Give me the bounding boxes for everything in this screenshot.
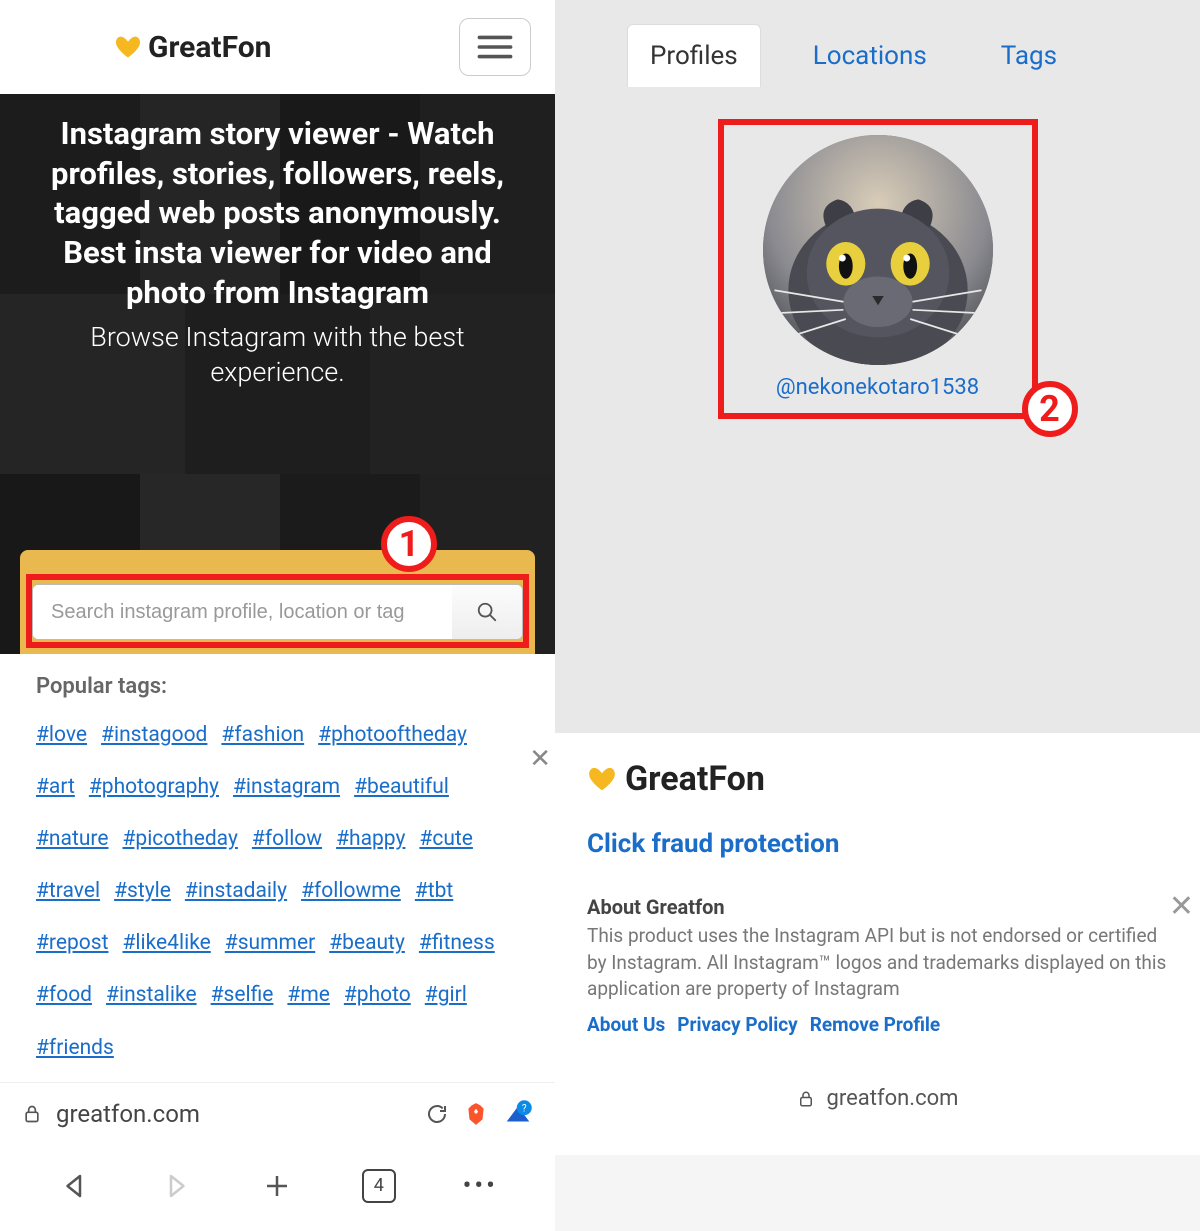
fraud-protection-link[interactable]: Click fraud protection <box>587 829 1168 859</box>
svg-text:?: ? <box>522 1103 527 1114</box>
annotation-1-badge: 1 <box>381 516 437 572</box>
tag-link[interactable]: #love <box>36 713 87 757</box>
lock-icon <box>22 1104 42 1124</box>
header: GreatFon <box>0 0 555 94</box>
hero-subtitle: Browse Instagram with the best experienc… <box>22 320 533 390</box>
tab-profiles[interactable]: Profiles <box>627 24 761 87</box>
tag-link[interactable]: #happy <box>336 817 405 861</box>
triangle-left-icon <box>60 1171 90 1201</box>
menu-button[interactable] <box>459 18 531 76</box>
search-input[interactable] <box>33 585 452 639</box>
footer-links: About Us Privacy Policy Remove Profile <box>587 1013 1168 1036</box>
footer-logo-text: GreatFon <box>625 759 765 799</box>
tag-link[interactable]: #instadaily <box>185 869 287 913</box>
lock-icon <box>797 1090 815 1108</box>
tag-link[interactable]: #fitness <box>419 921 495 965</box>
tag-link[interactable]: #me <box>287 973 329 1017</box>
tag-link[interactable]: #style <box>114 869 171 913</box>
tag-link[interactable]: #beautiful <box>354 765 449 809</box>
plus-icon <box>262 1171 292 1201</box>
browser-nav-bar: 4 ••• <box>0 1145 555 1231</box>
popular-tags-list: #love #instagood #fashion #photooftheday #ar… <box>36 713 519 1070</box>
tag-link[interactable]: #instalike <box>106 973 197 1017</box>
link-privacy-policy[interactable]: Privacy Policy <box>677 1013 797 1036</box>
popular-tags-card: Popular tags: #love#instagood#fashion#ph… <box>20 654 535 1082</box>
popular-tags-title: Popular tags: <box>36 674 519 699</box>
url-text: greatfon.com <box>56 1100 411 1128</box>
logo-text: GreatFon <box>148 30 271 65</box>
tag-link[interactable]: #picotheday <box>122 817 237 861</box>
tag-link[interactable]: #photooftheday <box>318 713 467 757</box>
heart-icon <box>114 33 142 61</box>
tag-link[interactable]: #photo <box>344 973 411 1017</box>
results-area: 2 <box>555 87 1200 543</box>
annotation-2-badge: 2 <box>1022 381 1078 437</box>
profile-result[interactable]: 2 <box>718 119 1038 543</box>
tag-link[interactable]: #art <box>36 765 75 809</box>
tag-link[interactable]: #followme <box>301 869 401 913</box>
left-panel: GreatFon Instagram story viewer - Watch … <box>0 0 555 1155</box>
footer-logo[interactable]: GreatFon <box>587 759 1168 799</box>
tab-count: 4 <box>362 1169 396 1203</box>
tag-link[interactable]: #fashion <box>221 713 304 757</box>
dots-icon: ••• <box>463 1171 498 1201</box>
address-bar: greatfon.com ? <box>0 1082 555 1145</box>
tag-link[interactable]: #photography <box>89 765 219 809</box>
tag-link[interactable]: #instagram <box>233 765 340 809</box>
tag-link[interactable]: #girl <box>425 973 467 1017</box>
footer: GreatFon Click fraud protection About Gr… <box>555 733 1200 1155</box>
close-icon[interactable]: ✕ <box>1169 889 1194 924</box>
close-icon[interactable]: ✕ <box>529 744 551 774</box>
tag-link[interactable]: #cute <box>419 817 473 861</box>
tag-link[interactable]: #selfie <box>211 973 274 1017</box>
nav-more[interactable]: ••• <box>461 1167 499 1205</box>
avatar <box>763 135 993 365</box>
tag-link[interactable]: #follow <box>252 817 322 861</box>
nav-tabs[interactable]: 4 <box>360 1167 398 1205</box>
tag-link[interactable]: #beauty <box>329 921 405 965</box>
link-remove-profile[interactable]: Remove Profile <box>810 1013 940 1036</box>
tag-link[interactable]: #tbt <box>415 869 453 913</box>
search-button[interactable] <box>452 585 522 639</box>
hero-title: Instagram story viewer - Watch profiles,… <box>22 114 533 312</box>
tag-link[interactable]: #nature <box>36 817 108 861</box>
vpn-icon[interactable]: ? <box>503 1099 533 1129</box>
tabs-section: Profiles Locations Tags <box>555 0 1200 87</box>
brave-icon[interactable] <box>463 1101 489 1127</box>
reload-icon[interactable] <box>425 1102 449 1126</box>
tag-link[interactable]: #friends <box>36 1026 114 1070</box>
tag-link[interactable]: #food <box>36 973 92 1017</box>
tag-link[interactable]: #like4like <box>122 921 210 965</box>
about-text: This product uses the Instagram API but … <box>587 923 1168 1003</box>
tag-link[interactable]: #travel <box>36 869 100 913</box>
avatar-image <box>763 135 993 365</box>
address-bar-right: greatfon.com <box>587 1066 1168 1141</box>
nav-forward[interactable] <box>157 1167 195 1205</box>
url-text-right: greatfon.com <box>827 1086 959 1111</box>
nav-new-tab[interactable] <box>258 1167 296 1205</box>
tag-link[interactable]: #instagood <box>101 713 207 757</box>
tag-link[interactable]: #repost <box>36 921 108 965</box>
profile-handle[interactable]: @nekonekotaro1538 <box>718 375 1038 400</box>
search-icon <box>476 601 498 623</box>
hero: Instagram story viewer - Watch profiles,… <box>0 94 555 654</box>
tag-link[interactable]: #summer <box>225 921 315 965</box>
nav-back[interactable] <box>56 1167 94 1205</box>
search-container: 1 <box>20 550 535 654</box>
heart-icon <box>587 764 617 794</box>
tab-tags[interactable]: Tags <box>979 25 1079 87</box>
link-about-us[interactable]: About Us <box>587 1013 665 1036</box>
triangle-right-icon <box>161 1171 191 1201</box>
logo[interactable]: GreatFon <box>114 30 271 65</box>
search-box <box>32 584 523 640</box>
hamburger-icon <box>477 33 513 61</box>
about-title: About Greatfon <box>587 895 1168 919</box>
tab-locations[interactable]: Locations <box>791 25 949 87</box>
right-panel: Profiles Locations Tags 2 <box>555 0 1200 1155</box>
